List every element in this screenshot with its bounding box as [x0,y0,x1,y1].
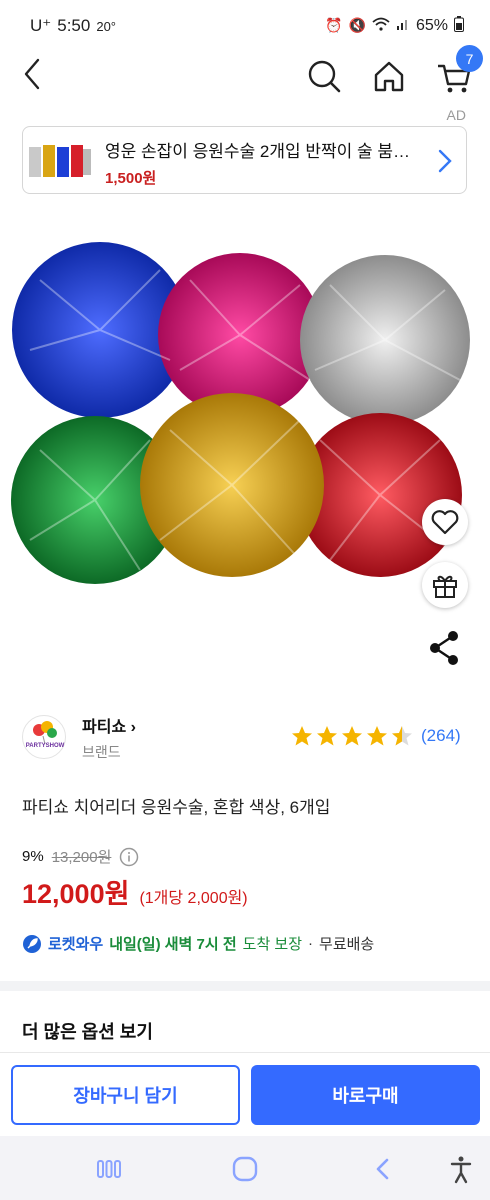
brand-subtitle: 브랜드 [82,744,121,760]
home-button[interactable] [369,56,409,96]
brand-logo-text: PARTYSHOW [25,743,65,749]
alarm-icon: ⏰ [325,17,343,33]
brand-logo[interactable]: PARTYSHOW [22,715,66,759]
bottom-action-bar: 장바구니 담기 바로구매 [0,1052,490,1136]
rating-count: (264) [421,726,461,745]
product-title: 파티쇼 치어리더 응원수술, 혼합 색상, 6개입 [22,798,331,817]
delivery-guarantee: 도착 보장 [242,936,303,953]
mute-icon: 🔇 [348,17,366,33]
star-full-icon [317,726,337,746]
rocket-icon [23,934,41,953]
home-icon [374,61,404,92]
unit-price: (1개당 2,000원) [139,890,248,907]
more-options-link[interactable]: 더 많은 옵션 보기 [22,1018,153,1044]
original-price: 13,200원 [51,849,112,866]
brand-name: 파티쇼 [82,719,127,736]
battery-level: 65% [415,16,448,34]
price-row: 12,000원 (1개당 2,000원) [22,872,248,911]
chevron-right-icon [438,149,452,173]
ad-banner[interactable]: 영운 손잡이 응원수술 2개입 반짝이 술 붐… 1,500원 [22,126,467,194]
rating-summary[interactable]: (264) [290,724,461,748]
status-right: ⏰ 🔇 65% [325,16,464,35]
accessibility-button[interactable] [446,1154,476,1184]
free-shipping: 무료배송 [319,936,375,953]
carrier-label: U⁺ [30,16,52,35]
home-nav-button[interactable] [230,1154,260,1184]
ad-title: 영운 손잡이 응원수술 2개입 반짝이 술 붐… [105,142,411,161]
cart-count-badge: 7 [456,45,483,72]
chevron-right-icon: › [126,719,136,736]
system-nav-bar [0,1136,490,1200]
share-button[interactable] [426,628,462,668]
back-arrow-icon [376,1158,389,1180]
discount-row: 9% 13,200원 [22,846,139,867]
sale-price: 12,000원 [22,879,130,909]
home-circle-icon [232,1156,258,1182]
back-button[interactable] [18,56,48,92]
brand-name-link[interactable]: 파티쇼 › [82,713,136,737]
heart-icon [431,510,459,535]
top-header [0,50,490,100]
ad-thumbnail [29,145,91,177]
signal-icon [396,17,410,34]
search-icon [308,60,341,93]
status-time: 5:50 [57,16,91,35]
recent-apps-icon [97,1160,121,1178]
buy-now-button[interactable]: 바로구매 [251,1065,480,1125]
search-button[interactable] [304,56,344,96]
delivery-separator: · [308,935,314,952]
balloon-icon [33,721,57,745]
accessibility-icon [450,1156,472,1184]
battery-icon [454,16,464,35]
add-to-cart-button[interactable]: 장바구니 담기 [11,1065,240,1125]
wishlist-button[interactable] [422,499,468,545]
status-temperature: 20° [96,19,117,34]
rocket-wow-badge: 로켓와우 [48,936,104,953]
gift-button[interactable] [422,562,468,608]
star-full-icon [342,726,362,746]
ad-price: 1,500원 [105,170,157,187]
back-nav-button[interactable] [368,1154,398,1184]
wifi-icon [372,17,390,34]
info-icon[interactable] [119,847,139,867]
status-left: U⁺ 5:50 20° [30,16,116,36]
back-icon [24,58,40,90]
star-full-icon [292,726,312,746]
delivery-date: 내일(일) 새벽 7시 전 [109,936,237,953]
delivery-info: 로켓와우 내일(일) 새벽 7시 전 도착 보장 · 무료배송 [22,933,374,954]
star-full-icon [367,726,387,746]
discount-rate: 9% [22,848,44,865]
gift-icon [433,575,457,598]
pompom-illustration [11,242,470,584]
product-image[interactable] [0,240,490,620]
ad-label: AD [446,107,466,123]
section-divider [0,981,490,991]
recent-apps-button[interactable] [94,1154,124,1184]
star-half-icon [392,726,412,746]
share-icon [430,631,458,665]
status-bar: U⁺ 5:50 20° ⏰ 🔇 65% [0,0,490,50]
